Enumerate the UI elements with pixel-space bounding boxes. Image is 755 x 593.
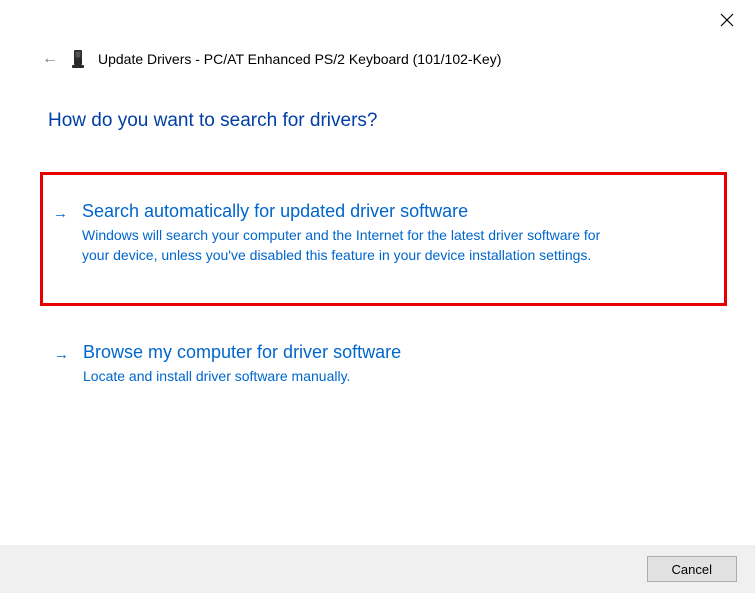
option-browse-computer[interactable]: → Browse my computer for driver software… — [48, 334, 707, 395]
close-button[interactable] — [717, 12, 737, 32]
option-title: Search automatically for updated driver … — [82, 201, 714, 222]
option-description: Windows will search your computer and th… — [82, 226, 622, 265]
keyboard-device-icon — [72, 50, 84, 68]
option-highlight-box: → Search automatically for updated drive… — [40, 172, 727, 306]
option-text-block: Search automatically for updated driver … — [82, 201, 714, 265]
option-search-automatically[interactable]: → Search automatically for updated drive… — [53, 193, 714, 273]
wizard-question: How do you want to search for drivers? — [48, 110, 707, 132]
wizard-header: ← Update Drivers - PC/AT Enhanced PS/2 K… — [42, 50, 501, 68]
option-description: Locate and install driver software manua… — [83, 367, 623, 387]
wizard-footer: Cancel — [0, 545, 755, 593]
cancel-button[interactable]: Cancel — [647, 556, 737, 582]
option-text-block: Browse my computer for driver software L… — [83, 342, 707, 387]
arrow-right-icon: → — [53, 205, 68, 222]
wizard-content: How do you want to search for drivers? →… — [48, 110, 707, 395]
option-title: Browse my computer for driver software — [83, 342, 707, 363]
close-icon — [720, 13, 734, 32]
arrow-right-icon: → — [54, 346, 69, 363]
back-arrow-icon[interactable]: ← — [42, 50, 58, 68]
wizard-title: Update Drivers - PC/AT Enhanced PS/2 Key… — [98, 51, 501, 67]
